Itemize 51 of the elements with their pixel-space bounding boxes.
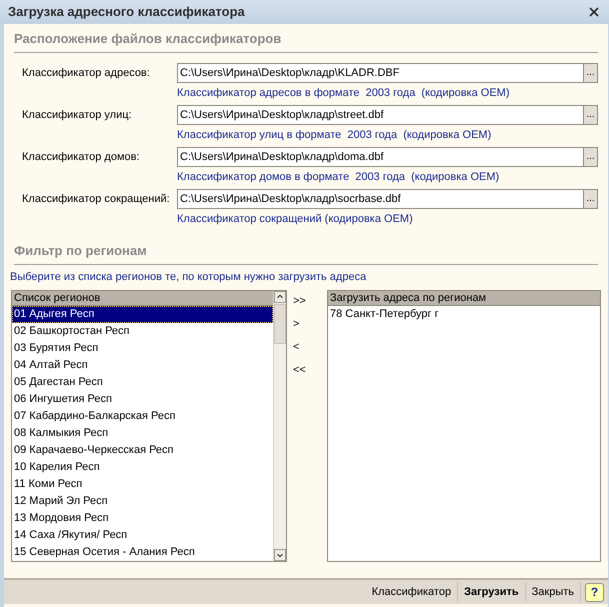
list-item[interactable]: 78 Санкт-Петербург г <box>328 306 600 322</box>
move-button[interactable]: >> <box>293 292 321 308</box>
list-item[interactable]: 07 Кабардино-Балкарская Респ <box>12 408 273 424</box>
section-title: Фильтр по регионам <box>14 243 147 258</box>
path-field[interactable]: C:\Users\Ирина\Desktop\кладр\street.dbf ... <box>177 105 598 125</box>
browse-button[interactable]: ... <box>583 106 597 124</box>
scroll-up-icon[interactable] <box>274 290 286 302</box>
list-item[interactable]: 03 Бурятия Респ <box>12 340 273 356</box>
scroll-thumb[interactable] <box>274 304 286 344</box>
list-header: Загрузить адреса по регионам <box>328 290 600 306</box>
list-header: Список регионов <box>12 290 273 306</box>
browse-button[interactable]: ... <box>583 148 597 166</box>
field-label: Классификатор улиц: <box>22 108 133 123</box>
list-item[interactable]: 10 Карелия Респ <box>12 458 273 476</box>
list-item[interactable]: 06 Ингушетия Респ <box>12 390 273 408</box>
footer-button[interactable]: Классификатор <box>366 582 458 602</box>
path-field[interactable]: C:\Users\Ирина\Desktop\кладр\socrbase.dbf ... <box>177 189 598 209</box>
list-item[interactable]: 05 Дагестан Респ <box>12 374 273 390</box>
field-label: Классификатор сокращений: <box>22 192 171 207</box>
browse-button[interactable]: ... <box>583 190 597 208</box>
list-item[interactable]: 09 Карачаево-Черкесская Респ <box>12 442 273 458</box>
close-icon[interactable] <box>587 5 601 19</box>
list-item[interactable]: 15 Северная Осетия - Алания Респ <box>12 544 273 560</box>
field-label: Классификатор домов: <box>22 150 141 165</box>
hint-text: Классификатор домов в формате 2003 года (кодировка OEM) <box>177 170 500 184</box>
list-item[interactable]: 08 Калмыкия Респ <box>12 424 273 442</box>
path-field[interactable]: C:\Users\Ирина\Desktop\кладр\KLADR.DBF ... <box>177 63 598 83</box>
hint-text: Классификатор улиц в формате 2003 года (кодировка OEM) <box>177 128 492 142</box>
field-label: Классификатор адресов: <box>22 66 151 81</box>
move-button[interactable]: << <box>293 362 321 378</box>
list-item[interactable]: 13 Мордовия Респ <box>12 510 273 526</box>
footer-button[interactable]: Загрузить <box>458 582 526 602</box>
help-button[interactable]: ? <box>585 582 604 602</box>
list-item[interactable]: 04 Алтай Респ <box>12 356 273 374</box>
list-item[interactable]: 14 Саха /Якутия/ Респ <box>12 526 273 544</box>
hint-text: Классификатор сокращений (кодировка OEM) <box>177 212 414 226</box>
move-button[interactable]: < <box>293 338 321 354</box>
move-button[interactable]: > <box>293 316 321 332</box>
list-item[interactable]: 02 Башкортостан Респ <box>12 322 273 340</box>
list-item[interactable]: 11 Коми Респ <box>12 476 273 492</box>
list-item[interactable]: 12 Марий Эл Респ <box>12 492 273 510</box>
list-item[interactable]: 01 Адыгея Респ <box>12 306 273 322</box>
instruction-text: Выберите из списка регионов те, по которым нужно загрузить адреса <box>10 270 368 285</box>
hint-text: Классификатор адресов в формате 2003 года (кодировка OEM) <box>177 86 510 100</box>
section-title: Расположение файлов классификаторов <box>14 31 282 46</box>
window-title: Загрузка адресного классификатора <box>8 3 245 22</box>
browse-button[interactable]: ... <box>583 64 597 82</box>
scrollbar[interactable] <box>273 290 286 560</box>
scroll-down-icon[interactable] <box>274 548 286 560</box>
footer-button[interactable]: Закрыть <box>526 582 581 602</box>
path-field[interactable]: C:\Users\Ирина\Desktop\кладр\doma.dbf ... <box>177 147 598 167</box>
